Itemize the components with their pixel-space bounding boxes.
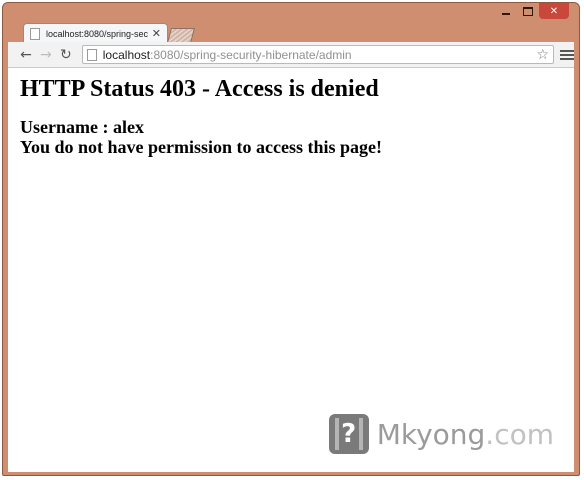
maximize-button[interactable]: [517, 3, 539, 19]
permission-message: You do not have permission to access thi…: [20, 137, 383, 157]
watermark-text: Mkyong.com: [377, 418, 554, 451]
reload-icon[interactable]: ↻: [56, 45, 76, 65]
window-controls: ✕: [495, 3, 569, 19]
watermark: ? Mkyong.com: [328, 414, 554, 454]
username-line: Username : alex: [20, 117, 144, 137]
maximize-icon: [523, 6, 533, 16]
page-title: HTTP Status 403 - Access is denied: [20, 76, 379, 102]
page-icon: [86, 48, 97, 61]
new-tab-button[interactable]: [166, 28, 196, 43]
url-path: :8080/spring-security-hibernate/admin: [150, 47, 352, 62]
url-text[interactable]: localhost:8080/spring-security-hibernate…: [103, 48, 537, 62]
close-icon: ✕: [549, 5, 559, 17]
tab-close-icon[interactable]: ✕: [152, 27, 161, 40]
window-close-button[interactable]: ✕: [539, 3, 569, 19]
browser-tab[interactable]: localhost:8080/spring-sec ✕: [23, 23, 168, 43]
browser-toolbar: ← → ↻ localhost:8080/spring-security-hib…: [8, 42, 574, 68]
back-arrow-icon[interactable]: ←: [16, 45, 36, 65]
tab-title: localhost:8080/spring-sec: [46, 28, 148, 39]
watermark-name: Mkyong: [376, 417, 486, 451]
forward-arrow-icon[interactable]: →: [36, 45, 56, 65]
star-icon[interactable]: ☆: [536, 47, 549, 63]
page-content: HTTP Status 403 - Access is denied Usern…: [8, 68, 574, 472]
page-icon: [30, 27, 40, 40]
question-logo-icon: ?: [328, 414, 369, 454]
address-bar[interactable]: localhost:8080/spring-security-hibernate…: [81, 45, 555, 64]
watermark-suffix: .com: [485, 417, 554, 451]
hamburger-menu-icon[interactable]: [560, 49, 574, 60]
browser-window: ✕ localhost:8080/spring-sec ✕ ← → ↻ loca…: [2, 2, 580, 476]
url-host: localhost: [102, 47, 151, 62]
minimize-icon: [502, 13, 510, 15]
minimize-button[interactable]: [495, 3, 517, 19]
